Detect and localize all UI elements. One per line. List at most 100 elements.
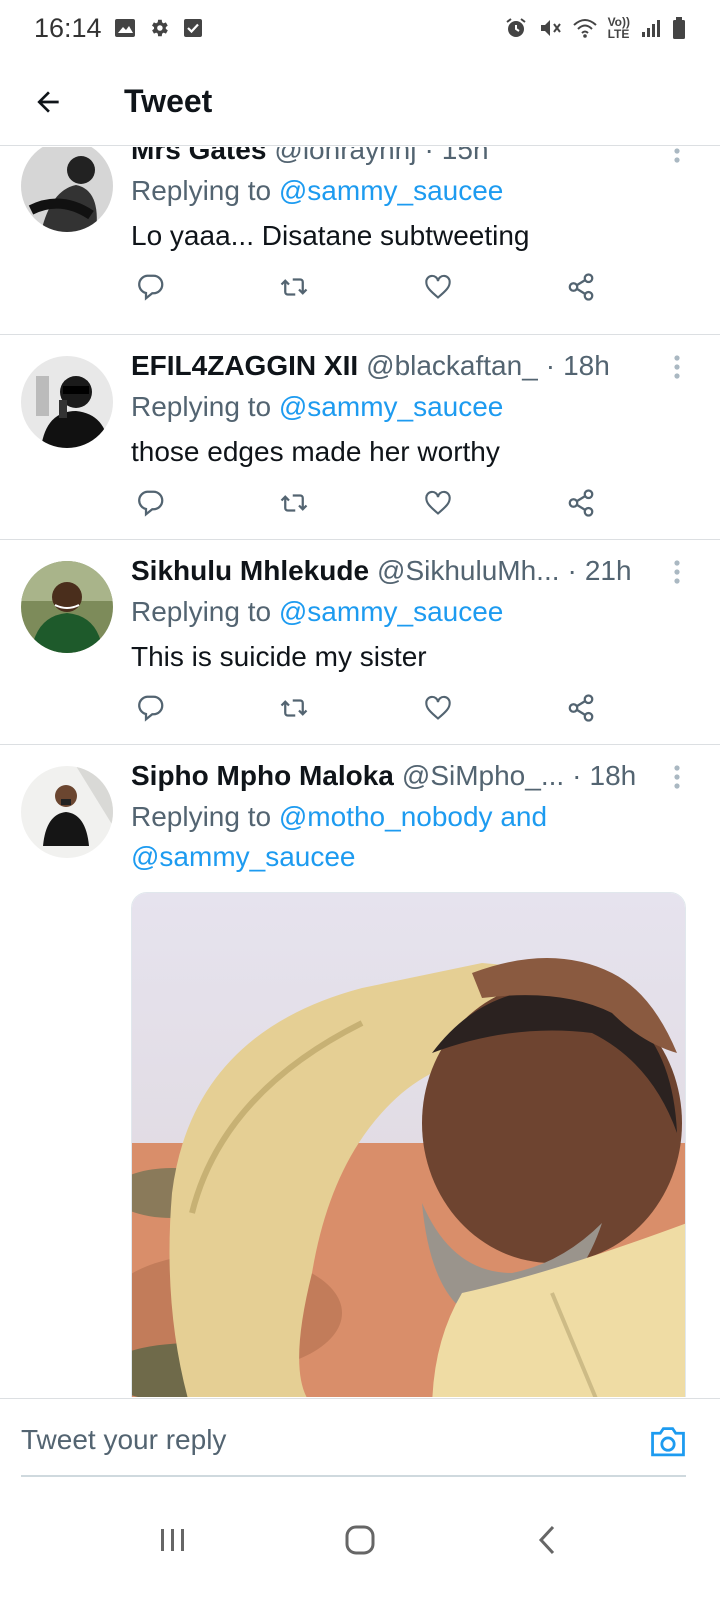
replying-prefix: Replying to (131, 596, 272, 627)
volte-label-bottom: LTE (607, 27, 630, 41)
tweet-item[interactable]: EFIL4ZAGGIN XII @blackaftan_ · 18h Reply… (0, 335, 720, 540)
mention-link[interactable]: @motho_nobody and (279, 801, 547, 832)
settings-gear-icon (148, 17, 170, 39)
tweet-actions (131, 267, 601, 307)
user-handle[interactable]: @SiMpho_... (402, 759, 564, 793)
replying-prefix: Replying to (131, 391, 272, 422)
status-bar-left: 16:14 (34, 13, 204, 44)
more-vertical-icon (674, 355, 680, 379)
like-icon (424, 490, 451, 515)
mention-link[interactable]: @sammy_saucee (131, 841, 356, 872)
back-button[interactable] (18, 72, 78, 132)
display-name[interactable]: Sikhulu Mhlekude (131, 554, 369, 588)
retweet-icon (281, 699, 308, 717)
separator-dot: · (545, 350, 556, 381)
tweet-header: Sipho Mpho Maloka @SiMpho_... · 18h (131, 759, 680, 793)
volte-icon: Vo)) LTE (608, 16, 630, 40)
share-button[interactable] (561, 267, 601, 307)
tweet-time: 15h (441, 147, 489, 165)
tweet-item[interactable]: Mrs Gates @lohraynnj · 15h Replying to @… (0, 147, 720, 335)
share-button[interactable] (561, 688, 601, 728)
tweet-header: Mrs Gates @lohraynnj · 15h (131, 147, 680, 167)
replying-to: Replying to @motho_nobody and @sammy_sau… (131, 797, 680, 877)
retweet-button[interactable] (274, 688, 314, 728)
signal-icon (640, 17, 662, 39)
reply-button[interactable] (131, 267, 171, 307)
tweet-text: Lo yaaa... Disatane subtweeting (131, 220, 530, 251)
app-header: Tweet (0, 58, 720, 146)
avatar[interactable] (21, 147, 113, 232)
tweet-item[interactable]: Sipho Mpho Maloka @SiMpho_... · 18h Repl… (0, 745, 720, 1397)
retweet-button[interactable] (274, 267, 314, 307)
retweet-icon (281, 494, 308, 512)
tweet-actions (131, 688, 601, 728)
tweet-time: 18h (589, 760, 637, 791)
more-options-button[interactable] (662, 147, 692, 169)
recent-apps-icon (161, 1529, 185, 1551)
home-button[interactable] (320, 1500, 400, 1580)
reply-icon (138, 695, 164, 722)
tweet-text: This is suicide my sister (131, 641, 427, 672)
tweet-body: Mrs Gates @lohraynnj · 15h Replying to @… (131, 147, 680, 255)
system-nav-bar (0, 1480, 720, 1600)
separator-dot: · (567, 555, 577, 586)
retweet-button[interactable] (274, 483, 314, 523)
camera-button[interactable] (648, 1421, 688, 1461)
tweet-body: EFIL4ZAGGIN XII @blackaftan_ · 18h Reply… (131, 349, 680, 471)
tweet-text: those edges made her worthy (131, 436, 500, 467)
share-icon (568, 273, 594, 301)
replying-prefix: Replying to (131, 801, 272, 832)
more-options-button[interactable] (662, 554, 692, 590)
replying-to: Replying to @sammy_saucee (131, 387, 680, 427)
replying-prefix: Replying to (131, 175, 272, 206)
reply-composer (0, 1398, 720, 1478)
mention-link[interactable]: @sammy_saucee (279, 391, 504, 422)
share-button[interactable] (561, 483, 601, 523)
user-handle[interactable]: @blackaftan_ (366, 349, 538, 383)
more-options-button[interactable] (662, 759, 692, 795)
display-name[interactable]: Mrs Gates (131, 147, 266, 167)
recent-apps-button[interactable] (133, 1500, 213, 1580)
camera-icon (651, 1427, 685, 1457)
user-handle[interactable]: @lohraynnj (274, 147, 416, 167)
share-icon (568, 694, 594, 722)
reply-icon (138, 274, 164, 301)
avatar[interactable] (21, 766, 113, 858)
like-icon (424, 695, 451, 720)
tweet-header: Sikhulu Mhlekude @SikhuluMh... · 21h (131, 554, 680, 588)
tweet-body: Sikhulu Mhlekude @SikhuluMh... · 21h Rep… (131, 554, 680, 676)
reply-underline (21, 1475, 686, 1477)
tweet-media-image[interactable] (131, 892, 686, 1397)
reply-button[interactable] (131, 483, 171, 523)
mention-link[interactable]: @sammy_saucee (279, 596, 504, 627)
reply-input[interactable] (21, 1417, 621, 1463)
tweet-time: 21h (584, 555, 632, 586)
more-options-button[interactable] (662, 349, 692, 385)
like-button[interactable] (418, 267, 458, 307)
image-icon (114, 17, 136, 39)
reply-icon (138, 490, 164, 517)
page-title: Tweet (124, 83, 213, 119)
avatar[interactable] (21, 561, 113, 653)
back-nav-button[interactable] (507, 1500, 587, 1580)
like-button[interactable] (418, 688, 458, 728)
tweet-header: EFIL4ZAGGIN XII @blackaftan_ · 18h (131, 349, 680, 383)
arrow-left-icon (37, 90, 59, 113)
avatar[interactable] (21, 356, 113, 448)
tweet-time: 18h (563, 350, 610, 381)
display-name[interactable]: Sipho Mpho Maloka (131, 759, 394, 793)
replies-feed[interactable]: Mrs Gates @lohraynnj · 15h Replying to @… (0, 147, 720, 1397)
mute-icon (538, 16, 562, 40)
alarm-icon (504, 16, 528, 40)
mention-link[interactable]: @sammy_saucee (279, 175, 504, 206)
tweet-item[interactable]: Sikhulu Mhlekude @SikhuluMh... · 21h Rep… (0, 540, 720, 745)
user-handle[interactable]: @SikhuluMh... (377, 554, 560, 588)
home-icon (345, 1525, 375, 1555)
like-button[interactable] (418, 483, 458, 523)
wifi-icon (572, 17, 598, 39)
checkbox-icon (182, 17, 204, 39)
reply-button[interactable] (131, 688, 171, 728)
display-name[interactable]: EFIL4ZAGGIN XII (131, 349, 358, 383)
replying-to: Replying to @sammy_saucee (131, 592, 680, 632)
status-bar: 16:14 Vo)) LTE (0, 0, 720, 56)
